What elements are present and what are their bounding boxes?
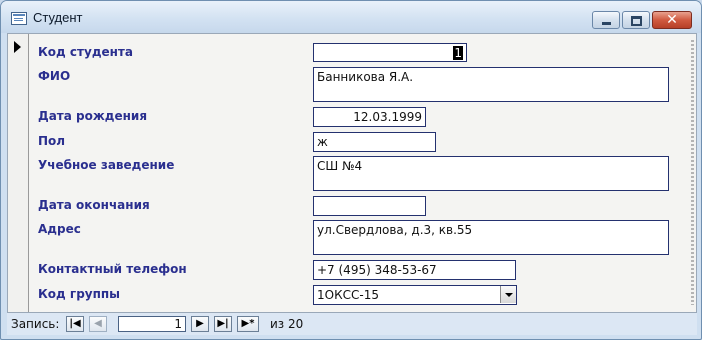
label-full-name: ФИО <box>38 69 71 83</box>
graduation-date-field[interactable] <box>313 196 426 216</box>
student-id-field[interactable]: 1 <box>313 43 467 62</box>
form-window: Студент ✕ Код студента 1 ФИО Банникова Я… <box>0 0 702 340</box>
form-body: Код студента 1 ФИО Банникова Я.А. Дата р… <box>7 33 697 313</box>
last-record-button[interactable]: ▶| <box>214 316 232 332</box>
student-id-value: 1 <box>453 46 463 60</box>
label-school: Учебное заведение <box>38 158 175 172</box>
maximize-button[interactable] <box>622 11 650 29</box>
minimize-icon <box>602 22 611 25</box>
close-icon: ✕ <box>666 12 678 28</box>
school-field[interactable]: СШ №4 <box>313 156 669 191</box>
record-selector[interactable] <box>8 34 29 312</box>
new-record-button[interactable]: ▶* <box>237 316 259 332</box>
label-student-id: Код студента <box>38 45 133 59</box>
previous-record-button[interactable]: ◀ <box>89 316 107 332</box>
label-phone: Контактный телефон <box>38 262 187 276</box>
group-code-value: 1ОКСС-15 <box>317 288 379 302</box>
minimize-button[interactable] <box>592 11 620 29</box>
gender-field[interactable]: ж <box>313 132 436 152</box>
address-field[interactable]: ул.Свердлова, д.3, кв.55 <box>313 220 669 255</box>
form-icon <box>11 12 27 25</box>
first-record-button[interactable]: |◀ <box>66 316 84 332</box>
maximize-icon <box>631 16 642 26</box>
record-navigation-bar: Запись: |◀ ◀ 1 ▶ ▶| ▶* из 20 <box>7 313 697 335</box>
close-button[interactable]: ✕ <box>652 11 692 29</box>
current-record-input[interactable]: 1 <box>118 316 186 332</box>
label-birth-date: Дата рождения <box>38 109 148 123</box>
next-record-button[interactable]: ▶ <box>191 316 209 332</box>
title-bar[interactable]: Студент ✕ <box>1 1 701 33</box>
window-title: Студент <box>33 10 83 25</box>
label-address: Адрес <box>38 222 81 236</box>
label-group-code: Код группы <box>38 287 121 301</box>
record-label: Запись: <box>11 317 60 331</box>
birth-date-field[interactable]: 12.03.1999 <box>313 107 426 127</box>
dropdown-arrow-icon[interactable] <box>500 286 516 303</box>
record-selector-icon <box>14 41 21 53</box>
record-of-label: из <box>270 317 285 331</box>
full-name-field[interactable]: Банникова Я.А. <box>313 67 669 102</box>
divider <box>691 40 694 305</box>
phone-field[interactable]: +7 (495) 348-53-67 <box>313 260 516 280</box>
label-graduation-date: Дата окончания <box>38 198 150 212</box>
record-total: 20 <box>288 317 304 331</box>
group-code-select[interactable]: 1ОКСС-15 <box>313 285 517 305</box>
label-gender: Пол <box>38 134 66 148</box>
